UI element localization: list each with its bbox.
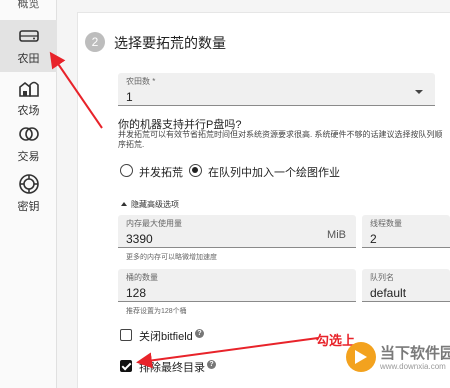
watermark-title: 当下软件园 bbox=[380, 345, 450, 362]
watermark-url: www.downxia.com bbox=[380, 362, 446, 371]
radio-parallel[interactable] bbox=[120, 164, 133, 177]
exclude-final-dir-checkbox[interactable] bbox=[120, 360, 132, 372]
radio-parallel-label[interactable]: 并发拓荒 bbox=[139, 164, 183, 180]
watermark-logo-icon bbox=[346, 342, 376, 372]
step-number-badge: 2 bbox=[85, 32, 105, 52]
main-panel bbox=[57, 0, 450, 388]
queue-name-input[interactable]: 队列名 default bbox=[362, 269, 450, 302]
disable-bitfield-checkbox[interactable] bbox=[120, 329, 132, 341]
threads-value: 2 bbox=[370, 232, 377, 246]
threads-label: 线程数量 bbox=[370, 219, 402, 228]
trade-icon bbox=[19, 127, 39, 141]
buckets-value: 128 bbox=[126, 286, 147, 300]
sidebar-item-label: 农田 bbox=[17, 53, 40, 65]
plot-count-select[interactable]: 农田数 * 1 bbox=[118, 73, 435, 106]
chevron-up-icon bbox=[121, 202, 127, 206]
sidebar-item-farm[interactable]: 农场 bbox=[0, 72, 57, 124]
advanced-options-toggle[interactable]: 隐藏高级选项 bbox=[121, 199, 179, 210]
sidebar-item-overview-label[interactable]: 概览 bbox=[0, 0, 57, 14]
sidebar-item-label: 农场 bbox=[17, 105, 40, 117]
sidebar-item-label: 密钥 bbox=[17, 201, 40, 213]
threads-input[interactable]: 线程数量 2 bbox=[362, 215, 450, 248]
sidebar-item-keys[interactable]: 密钥 bbox=[0, 168, 57, 220]
disable-bitfield-label[interactable]: 关闭bitfield bbox=[139, 328, 193, 344]
buckets-input[interactable]: 桶的数量 128 bbox=[118, 269, 356, 302]
radio-queue[interactable] bbox=[189, 164, 202, 177]
max-memory-label: 内存最大使用量 bbox=[126, 219, 182, 228]
exclude-final-dir-label[interactable]: 排除最终目录 bbox=[139, 359, 205, 375]
sidebar-item-label: 交易 bbox=[17, 151, 40, 163]
sidebar-item-trade[interactable]: 交易 bbox=[0, 118, 57, 170]
advanced-toggle-label: 隐藏高级选项 bbox=[131, 200, 179, 209]
hard-drive-icon bbox=[19, 30, 39, 42]
sidebar-item-plots[interactable]: 农田 bbox=[0, 20, 57, 72]
buckets-label: 桶的数量 bbox=[126, 273, 158, 282]
plot-count-label: 农田数 * bbox=[126, 77, 156, 86]
plot-count-value: 1 bbox=[126, 90, 133, 104]
help-icon[interactable]: ? bbox=[195, 329, 204, 338]
buckets-helper: 推荐设置为128个桶 bbox=[126, 308, 187, 315]
max-memory-unit: MiB bbox=[327, 229, 346, 241]
max-memory-helper: 更多的内存可以略微增加速度 bbox=[126, 254, 217, 261]
max-memory-value: 3390 bbox=[126, 232, 153, 246]
radio-queue-label[interactable]: 在队列中加入一个绘图作业 bbox=[208, 164, 340, 180]
farm-icon bbox=[19, 81, 39, 97]
queue-name-value: default bbox=[370, 286, 407, 300]
sidebar: 概览 农田 农场 交易 密钥 bbox=[0, 0, 57, 388]
help-icon[interactable]: ? bbox=[207, 360, 216, 369]
watermark: 当下软件园 www.downxia.com bbox=[346, 338, 450, 388]
step-title: 选择要拓荒的数量 bbox=[114, 35, 226, 51]
key-icon bbox=[19, 174, 39, 194]
queue-name-label: 队列名 bbox=[370, 273, 394, 282]
max-memory-input[interactable]: 内存最大使用量 3390 MiB bbox=[118, 215, 356, 248]
parallel-description: 并发拓荒可以有效节省拓荒时间但对系统资源要求很高. 系统硬件不够的话建议选择按队… bbox=[118, 130, 443, 149]
chevron-down-icon bbox=[415, 90, 423, 94]
